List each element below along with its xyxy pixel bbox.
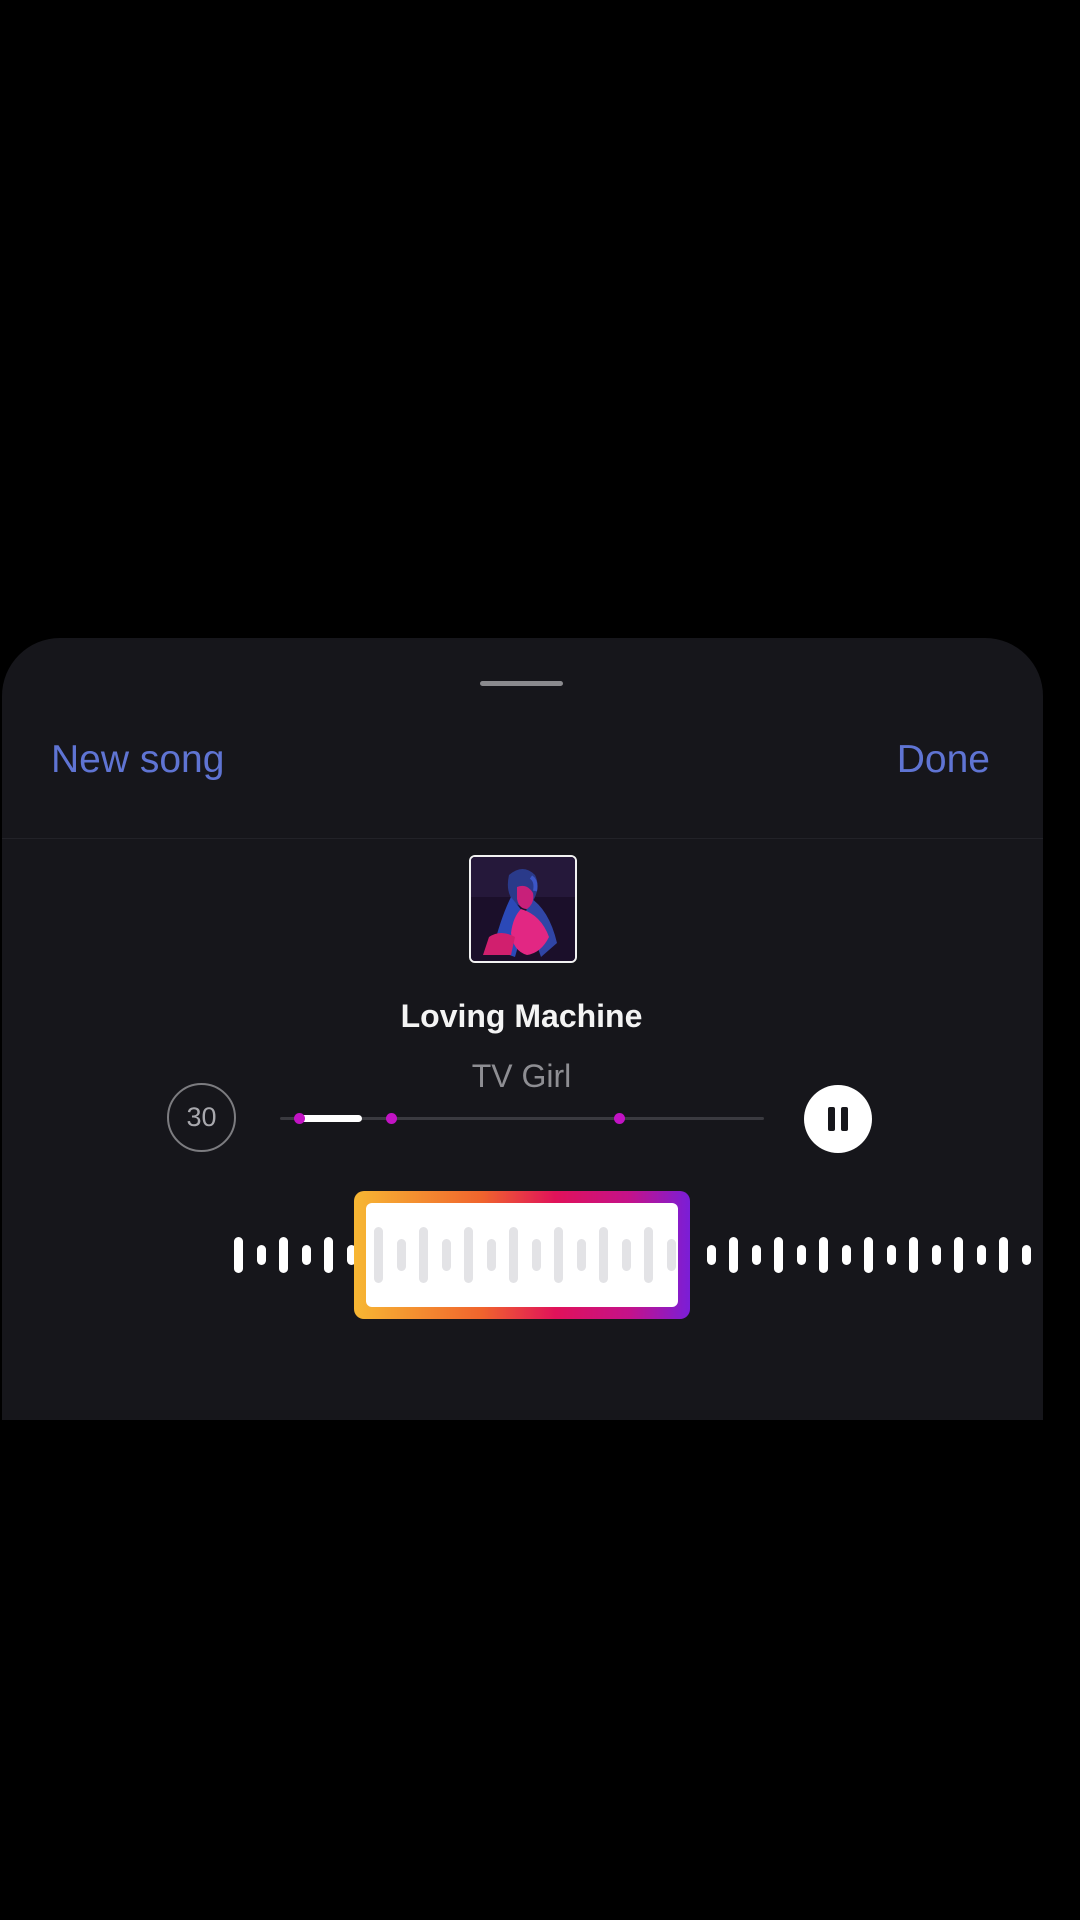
selected-waveform-bar: [644, 1227, 653, 1283]
song-title: Loving Machine: [400, 998, 643, 1034]
waveform-bar: [796, 1245, 806, 1265]
selected-waveform-bar: [396, 1239, 406, 1271]
selected-waveform-bar: [509, 1227, 518, 1283]
progress-marker: [613, 1113, 625, 1124]
album-cover-art: [471, 857, 575, 961]
selected-waveform-bar: [599, 1227, 608, 1283]
done-button[interactable]: Done: [897, 735, 990, 785]
sheet-grabber-handle[interactable]: [480, 681, 563, 686]
clip-selection-window[interactable]: [354, 1191, 690, 1319]
album-cover-image: [469, 855, 577, 963]
pause-icon: [825, 1107, 851, 1131]
selected-waveform-bar: [441, 1239, 451, 1271]
waveform-bar: [706, 1245, 716, 1265]
waveform-bar: [234, 1237, 243, 1273]
waveform-bar: [819, 1237, 828, 1273]
song-artist: TV Girl: [471, 1058, 572, 1094]
waveform-bar: [301, 1245, 311, 1265]
selected-waveform-bar: [531, 1239, 541, 1271]
selected-waveform-bar: [464, 1227, 473, 1283]
clip-selection-waveform: [366, 1203, 678, 1307]
waveform-bar: [886, 1245, 896, 1265]
selected-waveform-bar: [486, 1239, 496, 1271]
waveform-bar: [864, 1237, 873, 1273]
waveform-bar: [751, 1245, 761, 1265]
clip-duration-button[interactable]: 30: [167, 1083, 236, 1152]
waveform-bar: [909, 1237, 918, 1273]
selected-waveform-bar: [576, 1239, 586, 1271]
waveform-bar: [774, 1237, 783, 1273]
clip-duration-label: 30: [186, 1102, 217, 1132]
waveform-bar: [954, 1237, 963, 1273]
selected-waveform-bar: [419, 1227, 428, 1283]
waveform-bar: [256, 1245, 266, 1265]
waveform-bar: [279, 1237, 288, 1273]
song-progress-fill: [299, 1115, 363, 1122]
waveform-bar: [1021, 1245, 1031, 1265]
pause-button[interactable]: [804, 1085, 872, 1153]
waveform-bar: [841, 1245, 851, 1265]
waveform-bar: [976, 1245, 986, 1265]
selected-waveform-bar: [554, 1227, 563, 1283]
waveform-bar: [324, 1237, 333, 1273]
selected-waveform-bar: [666, 1239, 676, 1271]
song-progress-bar[interactable]: [280, 1113, 764, 1124]
waveform-bar: [729, 1237, 738, 1273]
selected-waveform-bar: [621, 1239, 631, 1271]
new-song-button[interactable]: New song: [51, 735, 224, 785]
waveform-bar: [931, 1245, 941, 1265]
waveform-bar: [999, 1237, 1008, 1273]
selected-waveform-bar: [374, 1227, 383, 1283]
header-divider: [2, 838, 1043, 839]
